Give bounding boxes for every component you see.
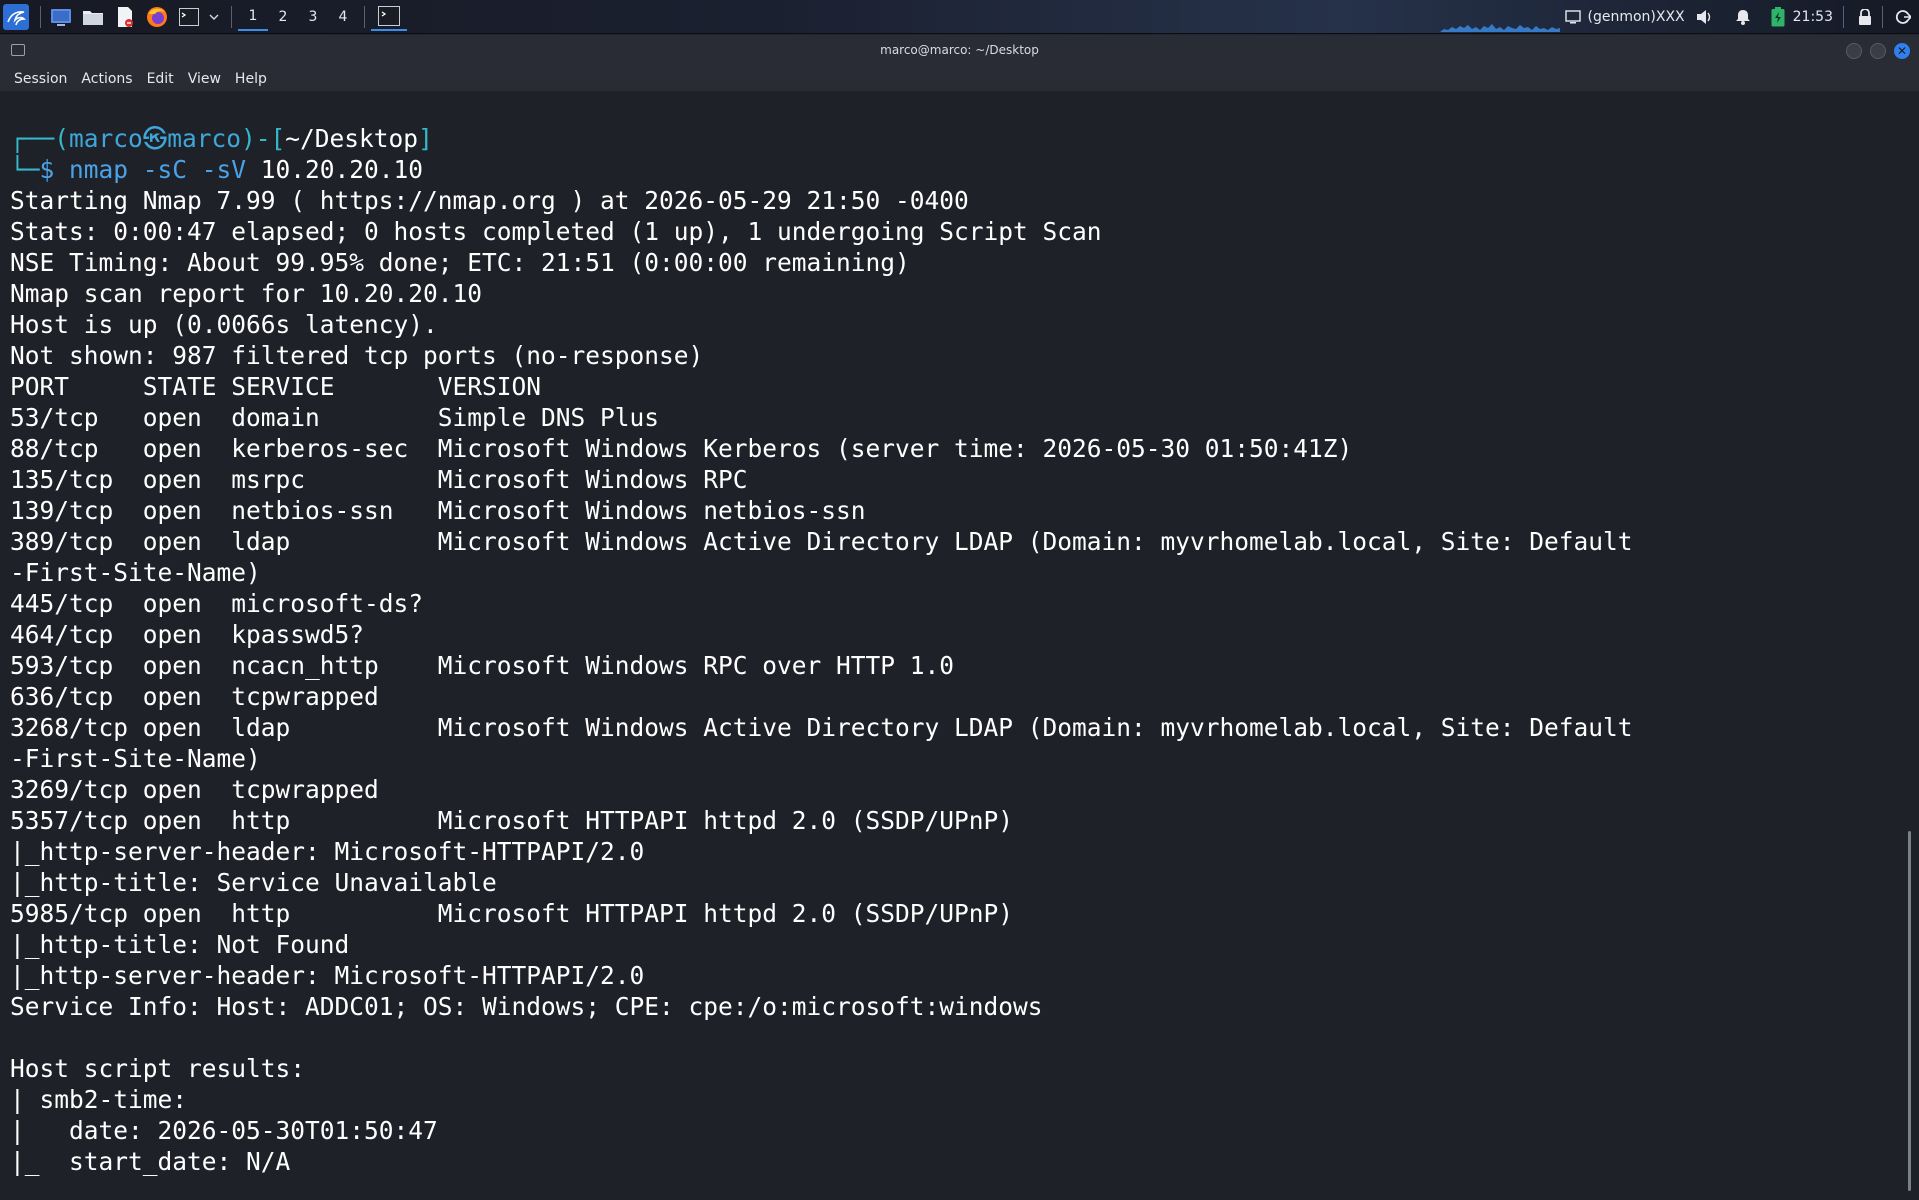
workspace-label: 2: [278, 9, 288, 25]
prompt-user: marco㉿marco: [69, 124, 242, 153]
scan-output: Starting Nmap 7.99 ( https://nmap.org ) …: [10, 186, 1633, 1176]
minimize-button[interactable]: [1846, 43, 1862, 59]
terminal-line: 3269/tcp open tcpwrapped: [10, 775, 379, 804]
terminal-line: | date: 2026-05-30T01:50:47: [10, 1116, 438, 1145]
terminal-scrollbar[interactable]: [1908, 831, 1911, 1191]
prompt-dollar: $: [39, 155, 70, 184]
prompt-frame: ]: [418, 124, 433, 153]
menu-bar: Session Actions Edit View Help: [0, 67, 1919, 91]
terminal-line: Stats: 0:00:47 elapsed; 0 hosts complete…: [10, 217, 1102, 246]
notifications-icon[interactable]: [1735, 9, 1751, 25]
prompt-line-1: ┌──(marco㉿marco)-[~/Desktop]: [10, 124, 433, 153]
terminal-icon[interactable]: [175, 3, 203, 31]
menu-edit[interactable]: Edit: [147, 71, 174, 87]
workspace-label: 4: [338, 9, 348, 25]
battery-icon[interactable]: [1771, 7, 1785, 27]
terminal-line: Host is up (0.0066s latency).: [10, 310, 438, 339]
terminal-line: 636/tcp open tcpwrapped: [10, 682, 379, 711]
terminal-line: 88/tcp open kerberos-sec Microsoft Windo…: [10, 434, 1353, 463]
prompt-frame: └─: [10, 155, 40, 184]
terminal-line: -First-Site-Name): [10, 558, 261, 587]
panel-launchers: 1 2 3 4: [2, 3, 407, 31]
prompt-target: 10.20.20.10: [246, 155, 424, 184]
workspace-label: 3: [308, 9, 318, 25]
close-button[interactable]: ✕: [1894, 43, 1910, 59]
terminal-line: |_http-server-header: Microsoft-HTTPAPI/…: [10, 837, 645, 866]
panel-separator: [364, 6, 365, 28]
file-manager-icon[interactable]: [79, 3, 107, 31]
panel-separator: [40, 6, 41, 28]
menu-actions[interactable]: Actions: [81, 71, 132, 87]
terminal-line: |_http-title: Not Found: [10, 930, 350, 959]
cpu-graph: [1440, 24, 1560, 32]
terminal-line: |_ start_date: N/A: [10, 1147, 291, 1176]
menu-view[interactable]: View: [188, 71, 221, 87]
terminal-line: 5985/tcp open http Microsoft HTTPAPI htt…: [10, 899, 1014, 928]
clock-label: 21:53: [1792, 9, 1833, 25]
dropdown-arrow-icon[interactable]: [207, 3, 221, 31]
terminal-line: Starting Nmap 7.99 ( https://nmap.org ) …: [10, 186, 969, 215]
prompt-path: ~/Desktop: [285, 124, 419, 153]
workspace-3[interactable]: 3: [298, 3, 328, 31]
genmon-label: (genmon)XXX: [1587, 9, 1685, 25]
volume-icon[interactable]: [1695, 9, 1713, 25]
terminal-output: ┌──(marco㉿marco)-[~/Desktop] └─$ nmap -s…: [10, 123, 1633, 1177]
terminal-line: |_http-title: Service Unavailable: [10, 868, 497, 897]
logout-icon[interactable]: [1895, 9, 1911, 25]
terminal-line: 445/tcp open microsoft-ds?: [10, 589, 424, 618]
terminal-line: Not shown: 987 filtered tcp ports (no-re…: [10, 341, 704, 370]
prompt-frame: ┌──(: [10, 124, 70, 153]
menu-session[interactable]: Session: [14, 71, 67, 87]
terminal-line: 464/tcp open kpasswd5?: [10, 620, 365, 649]
panel-separator: [1882, 6, 1883, 28]
workspace-4[interactable]: 4: [328, 3, 358, 31]
terminal-line: 139/tcp open netbios-ssn Microsoft Windo…: [10, 496, 866, 525]
display-icon: [1565, 10, 1582, 24]
terminal-line: 135/tcp open msrpc Microsoft Windows RPC: [10, 465, 748, 494]
terminal-line: Nmap scan report for 10.20.20.10: [10, 279, 483, 308]
genmon-item[interactable]: (genmon)XXX: [1565, 9, 1685, 25]
terminal-line: Service Info: Host: ADDC01; OS: Windows;…: [10, 992, 1043, 1021]
panel-tray: (genmon)XXX 21:53: [1555, 3, 1915, 31]
terminal-line: 3268/tcp open ldap Microsoft Windows Act…: [10, 713, 1633, 742]
panel-separator: [231, 6, 232, 28]
workspace-1[interactable]: 1: [238, 3, 268, 31]
close-icon: ✕: [1896, 44, 1908, 58]
prompt-frame: )-[: [241, 124, 286, 153]
terminal-line: 5357/tcp open http Microsoft HTTPAPI htt…: [10, 806, 1014, 835]
terminal-line: -First-Site-Name): [10, 744, 261, 773]
terminal-line: | smb2-time:: [10, 1085, 188, 1114]
menu-help[interactable]: Help: [235, 71, 267, 87]
lock-icon[interactable]: [1858, 9, 1872, 25]
prompt-command: nmap -sC -sV: [69, 155, 247, 184]
workspace-label: 1: [248, 8, 258, 24]
terminal-line: Host script results:: [10, 1054, 306, 1083]
clock[interactable]: 21:53: [1793, 9, 1833, 25]
window-title: marco@marco: ~/Desktop: [880, 43, 1039, 57]
taskbar-terminal-button[interactable]: [371, 3, 407, 31]
desktop-icon[interactable]: [47, 3, 75, 31]
text-editor-icon[interactable]: [111, 3, 139, 31]
window-titlebar[interactable]: marco@marco: ~/Desktop ✕: [0, 35, 1919, 67]
terminal-line: 389/tcp open ldap Microsoft Windows Acti…: [10, 527, 1633, 556]
terminal-area[interactable]: ┌──(marco㉿marco)-[~/Desktop] └─$ nmap -s…: [0, 91, 1919, 1200]
terminal-line: PORT STATE SERVICE VERSION: [10, 372, 542, 401]
prompt-line-2: └─$ nmap -sC -sV 10.20.20.10: [10, 155, 423, 184]
firefox-icon[interactable]: [143, 3, 171, 31]
terminal-line: NSE Timing: About 99.95% done; ETC: 21:5…: [10, 248, 910, 277]
terminal-icon: [378, 6, 400, 26]
workspace-2[interactable]: 2: [268, 3, 298, 31]
top-panel: 1 2 3 4 (genmon)XXX 21:53: [0, 0, 1919, 34]
panel-separator: [1843, 6, 1844, 28]
terminal-line: 53/tcp open domain Simple DNS Plus: [10, 403, 660, 432]
kali-menu-icon[interactable]: [2, 3, 30, 31]
terminal-line: |_http-server-header: Microsoft-HTTPAPI/…: [10, 961, 645, 990]
terminal-line: 593/tcp open ncacn_http Microsoft Window…: [10, 651, 955, 680]
maximize-button[interactable]: [1870, 43, 1886, 59]
